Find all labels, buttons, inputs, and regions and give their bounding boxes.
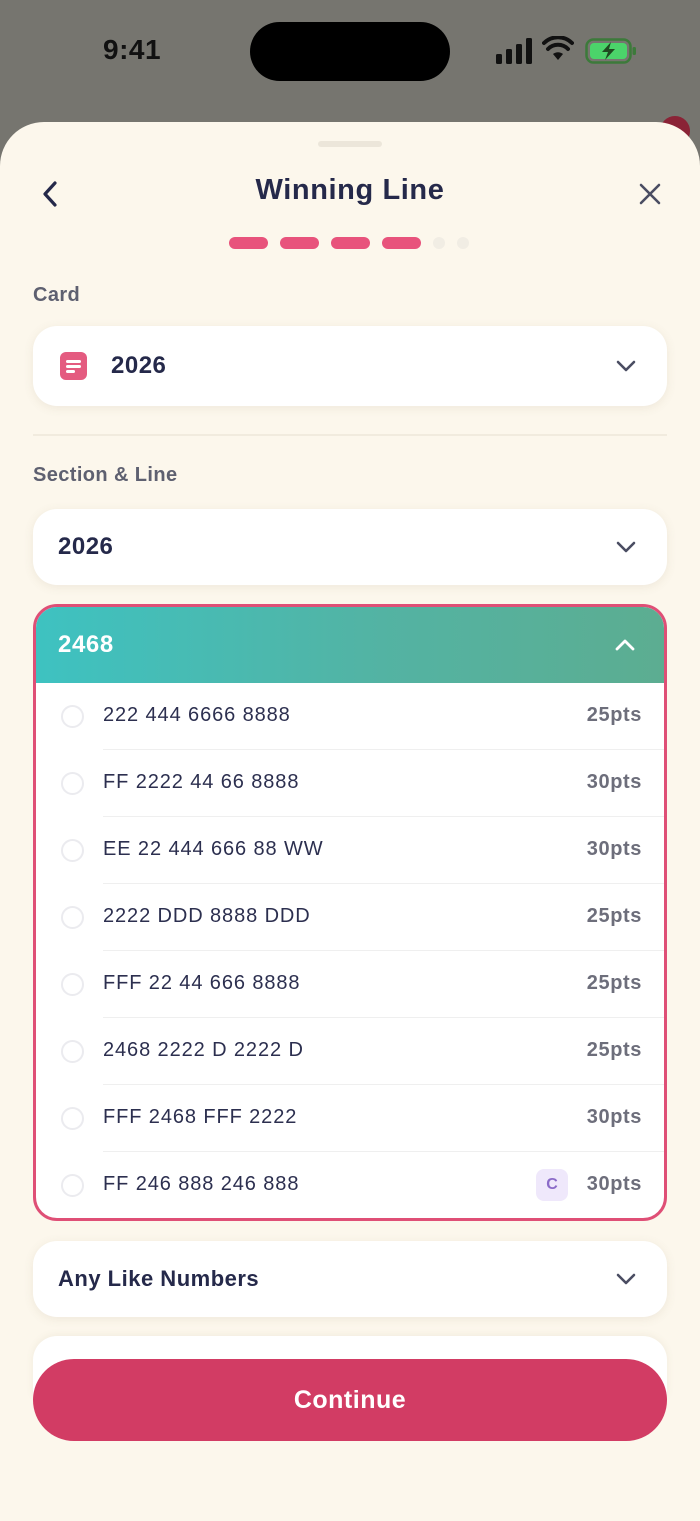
category-badge: C [536,1169,568,1201]
section-line-value: 2026 [58,533,114,560]
page-title: Winning Line [255,174,445,206]
progress-step [229,237,268,249]
line-option-text: 2222 DDD 8888 DDD [103,905,311,927]
status-time: 9:41 [103,34,162,65]
line-option[interactable]: 2468 2222 D 2222 D 25pts [36,1018,664,1085]
progress-step [331,237,370,249]
card-label: Card [33,284,81,306]
chevron-down-icon [613,1266,639,1292]
progress-step [382,237,421,249]
line-option-points: 30pts [586,838,642,860]
section-line-label: Section & Line [33,464,178,486]
radio-button[interactable] [61,1174,84,1197]
wifi-icon [542,36,574,60]
sheet-grabber[interactable] [318,141,382,147]
close-button[interactable] [630,174,670,214]
radio-button[interactable] [61,1040,84,1063]
document-icon [60,352,87,380]
cellular-signal-icon [496,38,532,64]
line-option-text: 222 444 6666 8888 [103,704,291,726]
close-icon [639,183,661,205]
line-option-points: 25pts [586,704,642,726]
line-option-text: 2468 2222 D 2222 D [103,1039,304,1061]
line-option-points: 30pts [586,1173,642,1195]
line-option[interactable]: EE 22 444 666 88 WW 30pts [36,817,664,884]
line-option-points: 25pts [586,1039,642,1061]
chevron-up-icon [612,632,638,658]
line-option-points: 30pts [586,771,642,793]
radio-button[interactable] [61,705,84,728]
line-option-text: FF 246 888 246 888 [103,1173,300,1195]
line-option-points: 25pts [586,905,642,927]
line-group-title: 2468 [58,631,114,658]
line-option[interactable]: FFF 22 44 666 8888 25pts [36,951,664,1018]
line-group-header[interactable]: 2468 [36,607,664,683]
chevron-down-icon [613,534,639,560]
dynamic-island [250,22,450,81]
line-option[interactable]: FF 246 888 246 888 C 30pts [36,1152,664,1218]
progress-step [433,237,445,249]
group-title: Any Like Numbers [58,1266,260,1291]
bottom-sheet: Winning Line Card 2026 Section & Line 20… [0,122,700,1521]
any-like-numbers-group[interactable]: Any Like Numbers [33,1241,667,1317]
section-divider [33,434,667,436]
radio-button[interactable] [61,772,84,795]
progress-step [280,237,319,249]
radio-button[interactable] [61,973,84,996]
step-progress [229,237,469,249]
line-group-expanded: 2468 222 444 6666 8888 25pts FF 2222 44 … [33,604,667,1221]
radio-button[interactable] [61,1107,84,1130]
continue-button[interactable]: Continue [33,1359,667,1441]
line-option[interactable]: FF 2222 44 66 8888 30pts [36,750,664,817]
line-option-points: 25pts [586,972,642,994]
chevron-down-icon [613,353,639,379]
line-option-text: EE 22 444 666 88 WW [103,838,324,860]
line-option-points: 30pts [586,1106,642,1128]
line-option[interactable]: FFF 2468 FFF 2222 30pts [36,1085,664,1152]
status-bar: 9:41 [0,0,700,104]
progress-step [457,237,469,249]
line-option[interactable]: 222 444 6666 8888 25pts [36,683,664,750]
line-option-text: FF 2222 44 66 8888 [103,771,300,793]
card-value: 2026 [111,352,167,379]
section-line-select[interactable]: 2026 [33,509,667,585]
line-option-text: FFF 2468 FFF 2222 [103,1106,298,1128]
battery-charging-icon [585,38,636,64]
radio-button[interactable] [61,839,84,862]
radio-button[interactable] [61,906,84,929]
line-option-text: FFF 22 44 666 8888 [103,972,301,994]
line-option[interactable]: 2222 DDD 8888 DDD 25pts [36,884,664,951]
card-select[interactable]: 2026 [33,326,667,406]
